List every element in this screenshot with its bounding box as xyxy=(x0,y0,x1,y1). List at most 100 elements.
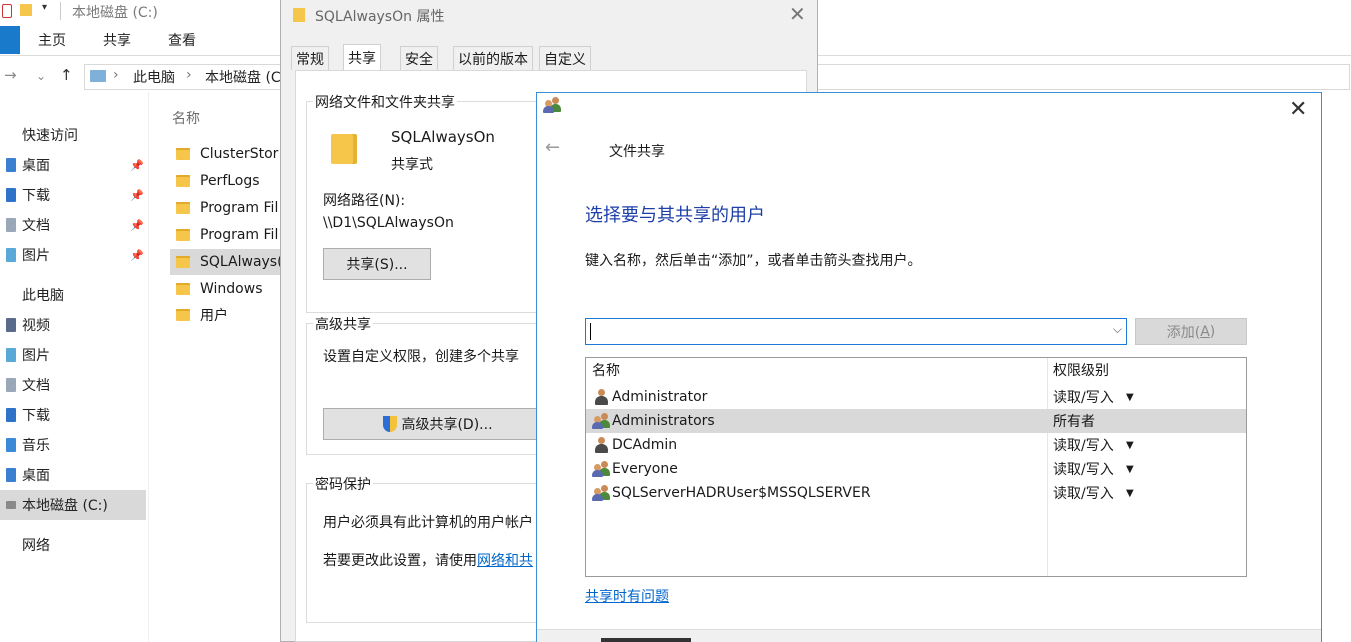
advanced-sharing-button[interactable]: 高级共享(D)... xyxy=(323,408,553,440)
user-name-combobox[interactable]: ⌵ xyxy=(585,318,1127,345)
dropdown-arrow-icon[interactable]: ▼ xyxy=(1126,392,1134,403)
permission-level[interactable]: 读取/写入 xyxy=(1053,387,1114,407)
table-row[interactable]: Administrator 读取/写入 ▼ xyxy=(586,385,1246,409)
close-icon[interactable]: ✕ xyxy=(789,2,806,26)
folder-icon xyxy=(176,229,190,241)
breadcrumb-local-disk[interactable]: 本地磁盘 (C xyxy=(205,67,281,87)
breadcrumb-this-pc[interactable]: 此电脑 xyxy=(133,67,175,87)
sidebar-item-label: 本地磁盘 (C:) xyxy=(22,498,108,514)
tab-customize[interactable]: 自定义 xyxy=(539,46,591,70)
up-arrow-icon[interactable]: ↑ xyxy=(60,66,73,84)
tab-sharing[interactable]: 共享 xyxy=(343,44,381,70)
add-button[interactable]: 添加(A) xyxy=(1135,318,1247,345)
sidebar-item-videos[interactable]: 视频 xyxy=(0,311,146,339)
recent-dropdown-icon[interactable]: ⌄ xyxy=(36,69,46,83)
column-header-permission[interactable]: 权限级别 xyxy=(1047,358,1246,382)
network-path-value: \\D1\SQLAlwaysOn xyxy=(323,215,454,231)
table-row[interactable]: Everyone 读取/写入 ▼ xyxy=(586,457,1246,481)
forward-arrow-icon[interactable]: → xyxy=(4,66,17,84)
close-icon[interactable]: ✕ xyxy=(1289,97,1307,122)
table-row[interactable]: Administrators 所有者 xyxy=(586,409,1246,433)
footer-scroll-indicator xyxy=(601,638,691,642)
shield-icon xyxy=(383,416,398,432)
list-item[interactable]: ClusterStor xyxy=(170,141,280,167)
quick-access-toolbar-dropdown-icon[interactable]: ▾ xyxy=(42,2,47,13)
folder-icon xyxy=(176,148,190,160)
permission-level[interactable]: 读取/写入 xyxy=(1053,435,1114,455)
tab-home[interactable]: 主页 xyxy=(38,30,66,50)
sidebar-item-documents-pc[interactable]: 文档 xyxy=(0,371,146,399)
list-item[interactable]: Program Fil xyxy=(170,195,280,221)
pin-icon[interactable]: 📌 xyxy=(130,159,144,172)
sidebar-item-label: 视频 xyxy=(22,318,50,334)
tab-view[interactable]: 查看 xyxy=(168,30,196,50)
permission-level[interactable]: 读取/写入 xyxy=(1053,483,1114,503)
sidebar-item-this-pc[interactable]: 此电脑 xyxy=(0,281,146,309)
user-name: DCAdmin xyxy=(612,437,678,453)
file-tab[interactable] xyxy=(0,26,20,54)
tab-share[interactable]: 共享 xyxy=(103,30,131,50)
sidebar-item-desktop-pc[interactable]: 桌面 xyxy=(0,461,146,489)
computer-icon xyxy=(6,288,16,302)
breadcrumb-separator-icon: › xyxy=(113,67,119,83)
breadcrumb-separator-icon: › xyxy=(186,67,192,83)
permission-level[interactable]: 读取/写入 xyxy=(1053,459,1114,479)
list-item[interactable]: Windows xyxy=(170,276,280,302)
group-title: 密码保护 xyxy=(313,474,373,494)
share-button[interactable]: 共享(S)... xyxy=(323,248,431,280)
text-caret xyxy=(590,323,591,340)
drive-icon xyxy=(6,501,16,509)
pin-icon[interactable]: 📌 xyxy=(130,219,144,232)
list-item[interactable]: Program Fil xyxy=(170,222,280,248)
star-icon xyxy=(6,128,16,142)
user-name: Everyone xyxy=(612,461,678,477)
pane-divider[interactable] xyxy=(148,92,149,642)
dropdown-arrow-icon[interactable]: ▼ xyxy=(1126,464,1134,475)
picture-icon xyxy=(6,348,16,362)
network-sharing-center-link[interactable]: 网络和共 xyxy=(477,553,533,569)
sidebar-item-desktop[interactable]: 桌面 📌 xyxy=(0,151,146,179)
list-item[interactable]: SQLAlways( xyxy=(170,249,280,275)
sidebar-item-local-disk[interactable]: 本地磁盘 (C:) xyxy=(0,490,146,520)
sidebar-item-quick-access[interactable]: 快速访问 xyxy=(0,121,146,149)
tab-previous-versions[interactable]: 以前的版本 xyxy=(453,46,533,70)
folder-icon[interactable] xyxy=(20,4,32,16)
sidebar-item-music[interactable]: 音乐 xyxy=(0,431,146,459)
sidebar-item-network[interactable]: 网络 xyxy=(0,531,146,559)
sidebar-item-pictures-pc[interactable]: 图片 xyxy=(0,341,146,369)
network-path-label: 网络路径(N): xyxy=(323,193,406,209)
video-icon xyxy=(6,318,16,332)
sidebar-item-label: 图片 xyxy=(22,348,50,364)
list-item[interactable]: 用户 xyxy=(170,302,280,328)
document-icon xyxy=(6,218,16,232)
tab-security[interactable]: 安全 xyxy=(400,46,438,70)
folder-icon xyxy=(293,8,305,22)
pin-icon[interactable]: 📌 xyxy=(130,249,144,262)
chevron-down-icon[interactable]: ⌵ xyxy=(1113,322,1122,337)
add-button-label: 添加( xyxy=(1166,324,1201,341)
add-button-label-end: ) xyxy=(1209,323,1216,340)
sidebar-item-documents[interactable]: 文档 📌 xyxy=(0,211,146,239)
pin-icon[interactable]: 📌 xyxy=(130,189,144,202)
sharing-help-link[interactable]: 共享时有问题 xyxy=(585,586,669,606)
dropdown-arrow-icon[interactable]: ▼ xyxy=(1126,440,1134,451)
group-icon xyxy=(592,413,610,429)
title-divider xyxy=(60,2,61,20)
column-header-name[interactable]: 名称 xyxy=(172,108,200,128)
folder-icon xyxy=(176,283,190,295)
sidebar-item-pictures[interactable]: 图片 📌 xyxy=(0,241,146,269)
column-header-name[interactable]: 名称 xyxy=(586,358,1046,382)
sidebar-item-downloads[interactable]: 下载 📌 xyxy=(0,181,146,209)
sidebar-item-label: 此电脑 xyxy=(22,288,64,304)
tab-general[interactable]: 常规 xyxy=(291,46,329,70)
sidebar-item-downloads-pc[interactable]: 下载 xyxy=(0,401,146,429)
back-arrow-icon[interactable]: ← xyxy=(545,137,560,158)
dropdown-arrow-icon[interactable]: ▼ xyxy=(1126,488,1134,499)
sidebar-item-label: 下载 xyxy=(22,188,50,204)
edit-icon[interactable] xyxy=(2,4,12,18)
group-title: 网络文件和文件夹共享 xyxy=(313,92,457,112)
list-item[interactable]: PerfLogs xyxy=(170,168,280,194)
table-row[interactable]: DCAdmin 读取/写入 ▼ xyxy=(586,433,1246,457)
table-row[interactable]: SQLServerHADRUser$MSSQLSERVER 读取/写入 ▼ xyxy=(586,481,1246,505)
sidebar-item-label: 桌面 xyxy=(22,158,50,174)
